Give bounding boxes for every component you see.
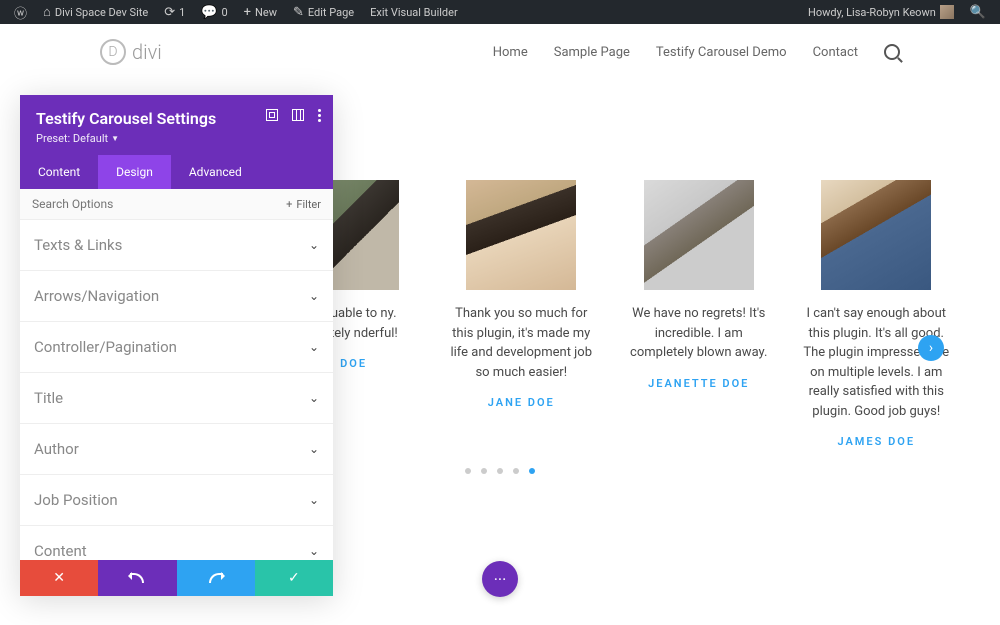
nav-home[interactable]: Home bbox=[493, 45, 528, 60]
logo-icon: D bbox=[100, 39, 126, 65]
options-list[interactable]: Texts & Links⌄ Arrows/Navigation⌄ Contro… bbox=[20, 220, 333, 560]
chevron-down-icon: ⌄ bbox=[309, 340, 319, 354]
option-title[interactable]: Title⌄ bbox=[20, 373, 333, 424]
wp-admin-bar: ⓦ ⌂Divi Space Dev Site ⟳1 💬0 +New ✎Edit … bbox=[0, 0, 1000, 24]
testimonial-image bbox=[821, 180, 931, 290]
chevron-down-icon: ⌄ bbox=[309, 391, 319, 405]
exit-builder-link[interactable]: Exit Visual Builder bbox=[364, 6, 464, 19]
pagination-dot[interactable] bbox=[513, 468, 519, 474]
testimonial-card: I can't say enough about this plugin. It… bbox=[803, 180, 951, 448]
panel-footer: ✕ ✓ bbox=[20, 560, 333, 596]
chevron-down-icon: ⌄ bbox=[309, 442, 319, 456]
settings-panel: Testify Carousel Settings Preset: Defaul… bbox=[20, 95, 333, 596]
tab-design[interactable]: Design bbox=[98, 155, 171, 189]
site-header: D divi Home Sample Page Testify Carousel… bbox=[0, 24, 1000, 80]
option-controller-pagination[interactable]: Controller/Pagination⌄ bbox=[20, 322, 333, 373]
logo[interactable]: D divi bbox=[100, 39, 162, 65]
carousel-next-button[interactable]: › bbox=[918, 335, 944, 361]
chevron-down-icon: ▼ bbox=[111, 134, 119, 143]
tab-advanced[interactable]: Advanced bbox=[171, 155, 260, 189]
pagination-dot[interactable] bbox=[497, 468, 503, 474]
howdy-link[interactable]: Howdy, Lisa-Robyn Keown bbox=[802, 5, 960, 19]
redo-button[interactable] bbox=[177, 560, 255, 596]
panel-header[interactable]: Testify Carousel Settings Preset: Defaul… bbox=[20, 95, 333, 155]
nav-sample-page[interactable]: Sample Page bbox=[554, 45, 630, 60]
site-name-link[interactable]: ⌂Divi Space Dev Site bbox=[37, 4, 154, 20]
preset-selector[interactable]: Preset: Default▼ bbox=[36, 132, 317, 145]
panel-search-row: +Filter bbox=[20, 189, 333, 220]
nav-contact[interactable]: Contact bbox=[813, 45, 858, 60]
cancel-button[interactable]: ✕ bbox=[20, 560, 98, 596]
save-button[interactable]: ✓ bbox=[255, 560, 333, 596]
comments-link[interactable]: 💬0 bbox=[195, 5, 233, 20]
testimonial-author: JEANETTE DOE bbox=[648, 377, 749, 390]
main-nav: Home Sample Page Testify Carousel Demo C… bbox=[493, 44, 900, 60]
testimonial-card: Thank you so much for this plugin, it's … bbox=[448, 180, 596, 448]
search-icon[interactable] bbox=[884, 44, 900, 60]
option-job-position[interactable]: Job Position⌄ bbox=[20, 475, 333, 526]
pagination-dot[interactable] bbox=[465, 468, 471, 474]
testimonial-card: We have no regrets! It's incredible. I a… bbox=[625, 180, 773, 448]
testimonial-author: JANE DOE bbox=[488, 396, 555, 409]
undo-button[interactable] bbox=[98, 560, 176, 596]
builder-fab-button[interactable]: ··· bbox=[482, 561, 518, 597]
testimonial-author: JAMES DOE bbox=[837, 435, 915, 448]
carousel-pagination bbox=[465, 468, 535, 474]
expand-icon[interactable] bbox=[266, 109, 278, 121]
option-arrows-navigation[interactable]: Arrows/Navigation⌄ bbox=[20, 271, 333, 322]
pagination-dot[interactable] bbox=[529, 468, 535, 474]
chevron-down-icon: ⌄ bbox=[309, 493, 319, 507]
testimonial-image bbox=[644, 180, 754, 290]
pagination-dot[interactable] bbox=[481, 468, 487, 474]
chevron-down-icon: ⌄ bbox=[309, 238, 319, 252]
undo-icon bbox=[130, 573, 144, 583]
chevron-down-icon: ⌄ bbox=[309, 544, 319, 558]
search-input[interactable] bbox=[32, 197, 212, 211]
option-content[interactable]: Content⌄ bbox=[20, 526, 333, 560]
logo-text: divi bbox=[132, 40, 162, 64]
redo-icon bbox=[209, 573, 223, 583]
testimonial-text: We have no regrets! It's incredible. I a… bbox=[625, 304, 773, 363]
more-icon[interactable] bbox=[318, 109, 321, 122]
testimonial-image bbox=[466, 180, 576, 290]
columns-icon[interactable] bbox=[292, 109, 304, 121]
tab-content[interactable]: Content bbox=[20, 155, 98, 189]
filter-button[interactable]: +Filter bbox=[286, 198, 321, 211]
panel-tabs: Content Design Advanced bbox=[20, 155, 333, 189]
option-author[interactable]: Author⌄ bbox=[20, 424, 333, 475]
option-texts-links[interactable]: Texts & Links⌄ bbox=[20, 220, 333, 271]
edit-page-link[interactable]: ✎Edit Page bbox=[287, 5, 360, 20]
testimonial-carousel: is invaluable to ny. Absolutely nderful!… bbox=[270, 180, 950, 448]
new-link[interactable]: +New bbox=[238, 5, 283, 20]
testimonial-text: Thank you so much for this plugin, it's … bbox=[448, 304, 596, 382]
chevron-down-icon: ⌄ bbox=[309, 289, 319, 303]
avatar bbox=[940, 5, 954, 19]
nav-testify-demo[interactable]: Testify Carousel Demo bbox=[656, 45, 787, 60]
updates-link[interactable]: ⟳1 bbox=[158, 5, 191, 20]
testimonial-text: I can't say enough about this plugin. It… bbox=[803, 304, 951, 421]
wp-logo-icon[interactable]: ⓦ bbox=[8, 3, 33, 22]
wp-search-icon[interactable]: 🔍 bbox=[964, 5, 992, 20]
